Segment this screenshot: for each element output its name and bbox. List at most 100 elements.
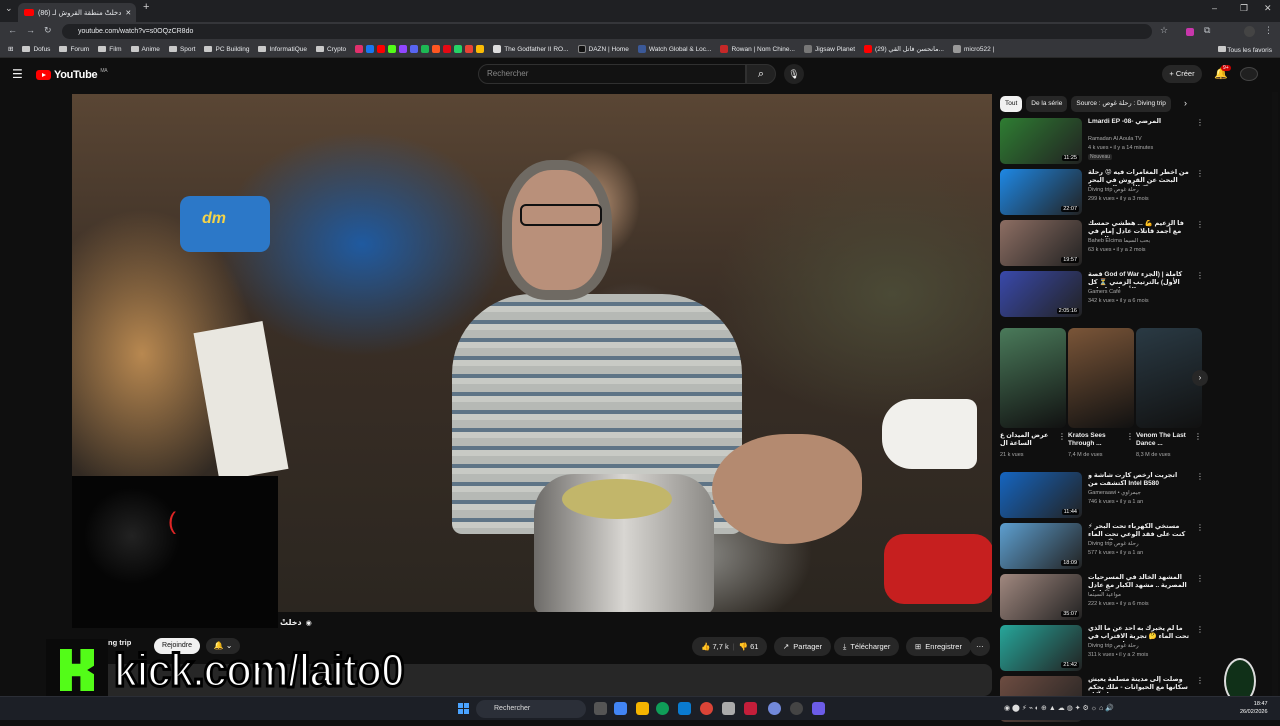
recommendation-title[interactable]: ما لم يخبرك به أحد عن ما الذي تحت الماء … — [1088, 625, 1192, 642]
address-bar[interactable]: youtube.com/watch?v=s0OQzCR8do — [62, 24, 1152, 39]
video-thumbnail[interactable]: 19:57 — [1000, 220, 1082, 266]
extension-icon[interactable] — [1186, 28, 1194, 36]
chips-next-icon[interactable]: › — [1184, 98, 1187, 108]
hamburger-menu-icon[interactable]: ☰ — [12, 67, 23, 81]
bookmark-yt-video[interactable]: (29) مانحسن فاتل القي... — [864, 45, 944, 53]
bookmark-micro[interactable]: micro522 | — [952, 45, 994, 53]
video-thumbnail[interactable]: 22:07 — [1000, 169, 1082, 215]
recommendation-item[interactable]: 18:09 مستخي الكهرباء تحت البحر ⚡ كنت على … — [1000, 523, 1204, 573]
bookmark-folder[interactable]: Dofus — [22, 46, 50, 53]
recommendation-channel[interactable]: مواعيد السينما — [1088, 592, 1121, 598]
more-vertical-icon[interactable]: ⋮ — [1196, 625, 1204, 634]
edge-icon[interactable] — [656, 702, 669, 715]
bookmark-folder[interactable]: Crypto — [316, 46, 346, 53]
bookmark-folder[interactable]: Film — [98, 46, 122, 53]
more-vertical-icon[interactable]: ⋮ — [1196, 271, 1204, 280]
bookmark-folder[interactable]: Anime — [130, 46, 160, 53]
bookmark-godfather[interactable]: The Godfather II RO... — [493, 45, 569, 53]
recommendation-title[interactable]: Lmardi EP -08- المرضي — [1088, 118, 1192, 126]
chip-all[interactable]: Tout — [1000, 96, 1023, 112]
recommendation-channel[interactable]: Baheb Elcima بحب السيما — [1088, 238, 1150, 244]
video-thumbnail[interactable]: 11:44 — [1000, 472, 1082, 518]
discord-taskbar-icon[interactable] — [768, 702, 781, 715]
short-title[interactable]: Venom The Last Dance ... — [1136, 432, 1192, 448]
search-input[interactable]: Rechercher — [478, 64, 746, 84]
recommendation-item[interactable]: 21:42 ما لم يخبرك به أحد عن ما الذي تحت ا… — [1000, 625, 1204, 675]
taskbar-search[interactable]: Rechercher — [476, 700, 586, 718]
more-vertical-icon[interactable]: ⋮ — [1196, 220, 1204, 229]
voice-search-button[interactable]: 🎙 — [784, 64, 804, 84]
like-button[interactable]: 👍 7,7 k — [701, 642, 729, 651]
save-button[interactable]: ⊞ Enregistrer — [906, 637, 971, 656]
bookmark-folder[interactable]: InformatiQue — [258, 46, 307, 53]
app-icon[interactable] — [812, 702, 825, 715]
recommendation-item[interactable]: 11:44 اتجربت ارخص كارت شاشة و اكتشفت من I… — [1000, 472, 1204, 522]
search-button[interactable]: ⌕ — [746, 64, 776, 84]
short-thumbnail[interactable] — [1068, 328, 1134, 428]
more-vertical-icon[interactable]: ⋮ — [1196, 118, 1204, 127]
close-window-icon[interactable]: ✕ — [1264, 3, 1272, 14]
youtube-logo[interactable]: YouTube MA — [36, 68, 108, 81]
minimize-icon[interactable]: – — [1212, 3, 1217, 13]
tab-close-icon[interactable]: ✕ — [125, 9, 131, 17]
account-avatar[interactable] — [1240, 67, 1258, 81]
bookmark-jigsaw[interactable]: Jigsaw Planet — [803, 45, 855, 53]
recommendation-title[interactable]: اتجربت ارخص كارت شاشة و اكتشفت من Intel … — [1088, 472, 1192, 488]
recommendation-title[interactable]: فأ الزعيم 💪 ... هطشي حمسك مع أجمد قاتلات… — [1088, 220, 1192, 237]
task-view-icon[interactable] — [594, 702, 607, 715]
reload-icon[interactable]: ↻ — [44, 25, 52, 36]
system-clock[interactable]: 18:47 26/02/2026 — [1240, 700, 1268, 716]
recommendation-item[interactable]: 35:07 المشهد الخالد في المسرحيات المصرية … — [1000, 574, 1204, 624]
shorts-next-icon[interactable]: › — [1192, 370, 1208, 386]
recommendation-channel[interactable]: Diving trip رحلة غوص — [1088, 187, 1139, 193]
tray-icons[interactable]: ◉ ⬤ ⚡ ⌁ ◐ ⊕ ▲ ☁ ◍ ✦ ⚙ ☼ ⌂ 🔊 — [1004, 704, 1114, 712]
download-button[interactable]: ⤓ Télécharger — [834, 637, 900, 656]
video-thumbnail[interactable]: 21:42 — [1000, 625, 1082, 671]
share-button[interactable]: ↗ Partager — [774, 637, 832, 656]
new-tab-icon[interactable]: + — [143, 1, 149, 13]
bookmark-folder[interactable]: Forum — [59, 46, 89, 53]
recommendation-channel[interactable]: Diving trip رحلة غوص — [1088, 541, 1139, 547]
video-thumbnail[interactable]: 2:05:16 — [1000, 271, 1082, 317]
bookmark-rowan[interactable]: Rowan | Nom Chine... — [720, 45, 795, 53]
recommendation-channel[interactable]: Diving trip رحلة غوص — [1088, 643, 1139, 649]
obs-icon[interactable] — [790, 702, 803, 715]
profile-avatar[interactable] — [1244, 26, 1255, 37]
more-vertical-icon[interactable]: ⋮ — [1194, 432, 1202, 441]
recommendation-channel[interactable]: Gamers Café — [1088, 289, 1121, 295]
recommendation-item[interactable]: 11:25 Lmardi EP -08- المرضي Ramadan Al Aou… — [1000, 118, 1204, 168]
all-favorites[interactable]: Tous les favoris — [1217, 46, 1272, 54]
recommendation-item[interactable]: 19:57 فأ الزعيم 💪 ... هطشي حمسك مع أجمد ق… — [1000, 220, 1204, 270]
chrome-icon[interactable] — [700, 702, 713, 715]
video-thumbnail[interactable]: 11:25 — [1000, 118, 1082, 164]
recommendation-title[interactable]: مستخي الكهرباء تحت البحر ⚡ كنت على فقد ا… — [1088, 523, 1192, 540]
bookmark-watch-global[interactable]: Watch Global & Loc... — [637, 45, 711, 53]
recommendation-item[interactable]: 22:07 من أخطر المغامرات فيه 😡 رحلة البحث … — [1000, 169, 1204, 219]
app-icon[interactable] — [722, 702, 735, 715]
short-title[interactable]: عرض الميدان ع الساعة ال — [1000, 432, 1056, 448]
chip-source[interactable]: Source : رحلة غوص : Diving trip — [1071, 96, 1171, 112]
chip-series[interactable]: De la série — [1026, 96, 1068, 112]
dislike-button[interactable]: 👎 61 — [739, 642, 759, 651]
recommendation-channel[interactable]: Ramadan Al Aoula TV — [1088, 136, 1142, 142]
video-thumbnail[interactable]: 18:09 — [1000, 523, 1082, 569]
more-actions-button[interactable]: ⋯ — [970, 637, 990, 656]
app-icon[interactable] — [744, 702, 757, 715]
store-icon[interactable] — [678, 702, 691, 715]
browser-tab-active[interactable]: (86) دخلتْ منطقة القروش لـ ✕ — [18, 3, 136, 22]
recommendation-item[interactable]: 2:05:16 قصة God of War كاملة | (الجزء الأ… — [1000, 271, 1204, 321]
extensions-puzzle-icon[interactable]: ⧉ — [1204, 25, 1210, 36]
more-vertical-icon[interactable]: ⋮ — [1196, 472, 1204, 481]
widgets-icon[interactable] — [614, 702, 627, 715]
chrome-menu-icon[interactable]: ⋮ — [1264, 25, 1273, 36]
file-explorer-icon[interactable] — [636, 702, 649, 715]
recommendation-title[interactable]: من أخطر المغامرات فيه 😡 رحلة البحث عن ال… — [1088, 169, 1192, 186]
windows-start-icon[interactable] — [458, 703, 469, 714]
more-vertical-icon[interactable]: ⋮ — [1196, 169, 1204, 178]
recommendation-title[interactable]: المشهد الخالد في المسرحيات المصرية .. مش… — [1088, 574, 1192, 591]
more-vertical-icon[interactable]: ⋮ — [1196, 676, 1204, 685]
maximize-icon[interactable]: ❐ — [1240, 3, 1248, 14]
page-scrollbar[interactable] — [1272, 92, 1278, 696]
apps-icon[interactable]: ⊞ — [8, 45, 13, 53]
bookmark-folder[interactable]: Sport — [168, 46, 195, 53]
